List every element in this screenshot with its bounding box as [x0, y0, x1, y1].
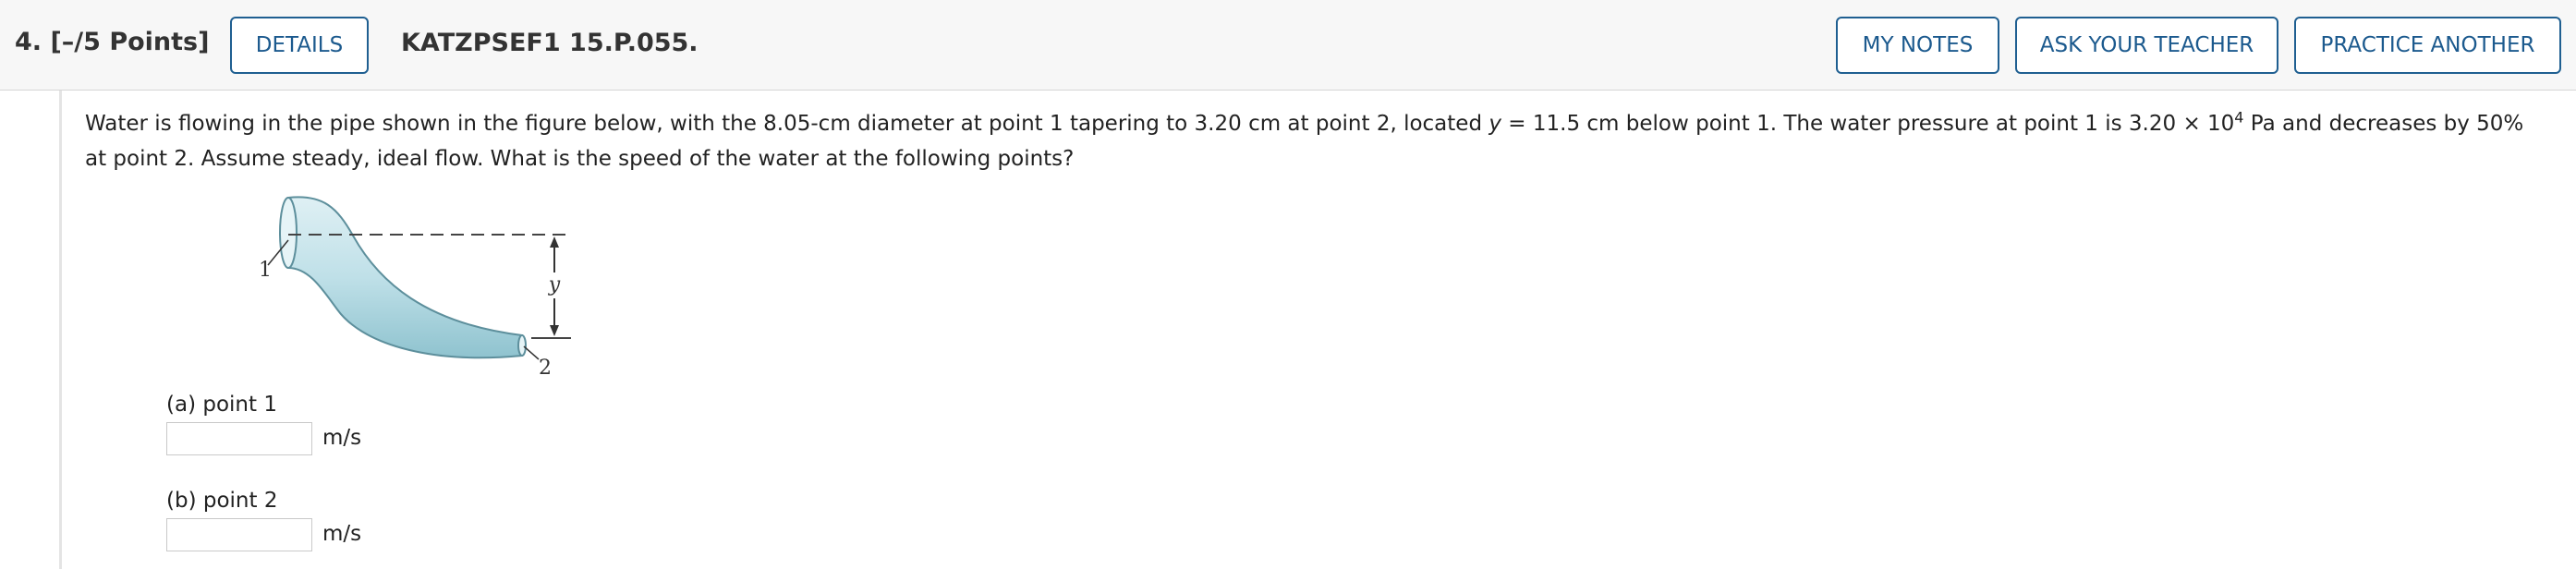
practice-another-button[interactable]: PRACTICE ANOTHER: [2294, 17, 2561, 74]
part-a-label: (a) point 1: [166, 393, 277, 417]
leader-point-2: [523, 345, 540, 360]
pipe-body: [287, 196, 523, 359]
part-b-unit: m/s: [322, 522, 362, 546]
dimension-y-label: y: [548, 273, 561, 297]
pipe-figure: y 1 2: [259, 196, 573, 379]
part-b-label: (b) point 2: [166, 489, 278, 513]
my-notes-button[interactable]: MY NOTES: [1836, 17, 1999, 74]
point-2-label: 2: [539, 357, 552, 379]
part-b-answer-input[interactable]: [166, 518, 312, 551]
problem-text-part1: Water is flowing in the pipe shown in th…: [85, 112, 1489, 136]
details-button[interactable]: DETAILS: [230, 17, 369, 74]
point-1-label: 1: [259, 259, 272, 282]
problem-text-part2: = 11.5 cm below point 1. The water press…: [1501, 112, 2235, 136]
ask-your-teacher-button[interactable]: ASK YOUR TEACHER: [2015, 17, 2278, 74]
pipe-opening-2: [517, 334, 527, 357]
variable-y: y: [1488, 112, 1501, 136]
problem-statement: Water is flowing in the pipe shown in th…: [85, 106, 2543, 176]
arrow-down: [550, 325, 559, 336]
problem-code: KATZPSEF1 15.P.055.: [401, 29, 699, 57]
part-a-answer-input[interactable]: [166, 422, 312, 455]
question-header: 4. [–/5 Points] DETAILS KATZPSEF1 15.P.0…: [0, 0, 2576, 91]
part-a-unit: m/s: [322, 426, 362, 450]
arrow-up: [550, 236, 559, 248]
exponent: 4: [2234, 108, 2244, 127]
question-number: 4. [–/5 Points]: [15, 28, 210, 56]
question-left-border: [59, 91, 62, 569]
pipe-opening-1: [279, 197, 298, 269]
